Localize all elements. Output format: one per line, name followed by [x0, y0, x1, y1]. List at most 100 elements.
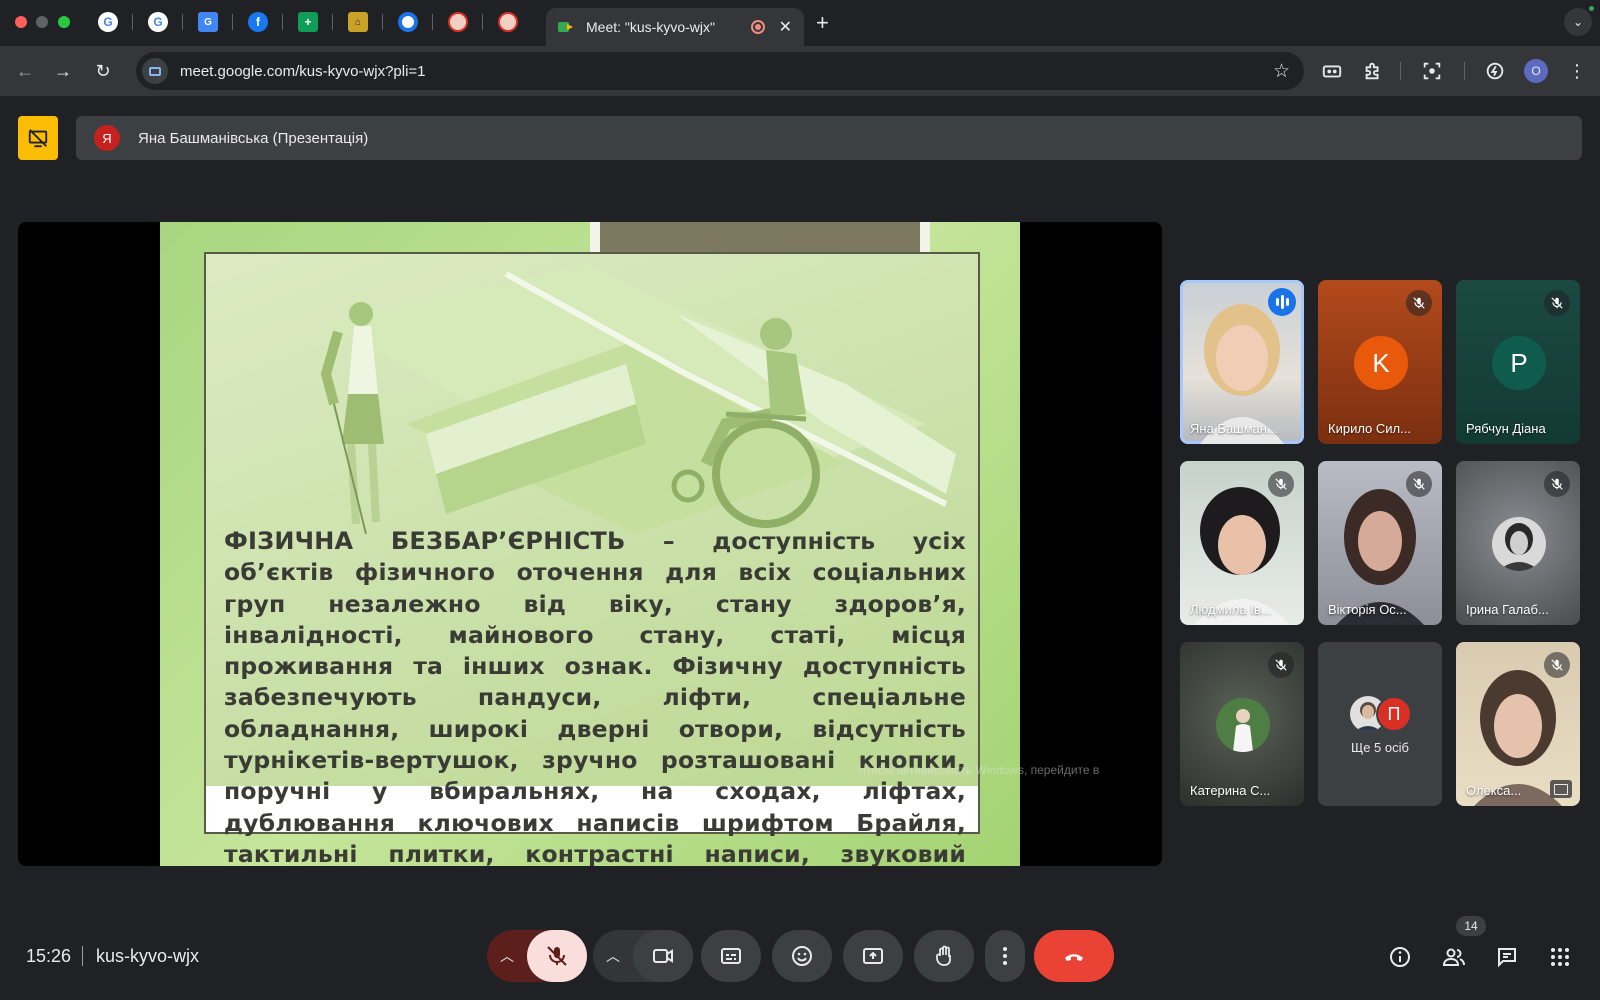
close-tab-icon[interactable]: ✕ — [779, 17, 792, 37]
mic-off-icon — [1268, 652, 1294, 678]
translate-extension-icon[interactable] — [1320, 59, 1344, 83]
participant-avatar — [1216, 698, 1270, 752]
participant-tile[interactable]: P Рябчун Діана — [1456, 280, 1580, 444]
tab-separator — [132, 14, 133, 30]
presentation-pinned-icon[interactable] — [18, 116, 58, 160]
captions-control — [701, 930, 761, 982]
participant-tile[interactable]: Ірина Галаб... — [1456, 461, 1580, 625]
mic-off-icon — [1544, 652, 1570, 678]
presenter-avatar: Я — [94, 125, 120, 151]
presentation-stage[interactable]: ФІЗИЧНА БЕЗБАР’ЄРНІСТЬ – доступність усі… — [18, 222, 1162, 866]
bookmark-star-icon[interactable]: ☆ — [1273, 60, 1290, 83]
browser-toolbar: ← → ↻ meet.google.com/kus-kyvo-wjx?pli=1… — [0, 46, 1600, 96]
accessibility-illustration — [320, 264, 956, 535]
windows-activation-watermark: Чтобы активировать Windows, перейдите в — [858, 763, 1100, 777]
video-options-button[interactable]: ︿ — [593, 930, 633, 982]
participant-tile[interactable]: Яна Башман... — [1180, 280, 1304, 444]
mic-off-icon — [1544, 290, 1570, 316]
tab-google-icon[interactable]: G — [98, 12, 118, 32]
screen-capture-icon[interactable] — [1420, 59, 1444, 83]
mic-off-icon — [1268, 471, 1294, 497]
slide-definition: – доступність усіх об’єктів фізичного от… — [224, 527, 966, 866]
minimize-window-button[interactable] — [36, 16, 48, 28]
participant-name: Кирило Сил... — [1328, 421, 1411, 436]
tab-sheets-icon[interactable]: + — [298, 12, 318, 32]
participant-name: Катерина С... — [1190, 783, 1271, 798]
meet-main: Я Яна Башманівська (Презентація) ФІЗИЧНА… — [0, 96, 1600, 1000]
tab-separator — [282, 14, 283, 30]
participant-avatar: П — [1376, 696, 1412, 732]
back-button[interactable]: ← — [12, 58, 38, 84]
leave-call-button[interactable] — [1034, 930, 1114, 982]
emoji-icon — [792, 946, 812, 966]
raise-hand-icon — [936, 945, 951, 966]
picture-in-picture-icon[interactable] — [1550, 780, 1572, 798]
end-call-icon — [1065, 954, 1083, 961]
mic-off-icon — [547, 946, 567, 966]
google-meet-icon — [558, 20, 574, 34]
tab-crest-icon[interactable] — [498, 12, 518, 32]
camera-toggle-button[interactable] — [633, 930, 693, 982]
more-participants-tile[interactable]: П Ще 5 осіб — [1318, 642, 1442, 806]
recording-icon — [750, 20, 765, 34]
participant-tile[interactable]: K Кирило Сил... — [1318, 280, 1442, 444]
tab-crest-icon[interactable] — [448, 12, 468, 32]
tab-facebook-icon[interactable]: f — [248, 12, 268, 32]
activities-button[interactable] — [1545, 942, 1575, 972]
tab-separator — [382, 14, 383, 30]
speaking-indicator-icon — [1268, 288, 1296, 316]
toolbar-separator — [1400, 62, 1401, 80]
extensions-puzzle-icon[interactable] — [1361, 59, 1385, 83]
slide-body-text: ФІЗИЧНА БЕЗБАР’ЄРНІСТЬ – доступність усі… — [224, 526, 966, 866]
presenter-banner[interactable]: Я Яна Башманівська (Презентація) — [76, 116, 1582, 160]
meeting-details-button[interactable] — [1385, 942, 1415, 972]
people-button[interactable] — [1439, 942, 1469, 972]
reactions-button[interactable] — [772, 930, 832, 982]
present-screen-icon — [863, 948, 883, 964]
mic-off-icon — [1544, 471, 1570, 497]
tab-google-meet[interactable]: Meet: "kus-kyvo-wjx" ✕ — [546, 8, 804, 46]
participant-tile[interactable]: Катерина С... — [1180, 642, 1304, 806]
browser-tab-strip: G G G f + ⌂ Meet: "kus-kyvo-wjx" ✕ + ⌄ — [0, 0, 1600, 46]
meeting-code[interactable]: kus-kyvo-wjx — [96, 946, 199, 967]
mic-control-group: ︿ — [487, 930, 587, 982]
captions-button[interactable] — [701, 930, 761, 982]
microphone-toggle-button[interactable] — [527, 930, 587, 982]
forward-button[interactable]: → — [50, 58, 76, 84]
tab-emblem-icon[interactable]: ⌂ — [348, 12, 368, 32]
chat-button[interactable] — [1492, 942, 1522, 972]
address-url[interactable]: meet.google.com/kus-kyvo-wjx?pli=1 — [180, 63, 1273, 80]
participant-name: Рябчун Діана — [1466, 421, 1546, 436]
toolbar-separator — [1464, 62, 1465, 80]
chrome-menu-icon[interactable]: ⋮ — [1565, 59, 1589, 83]
maximize-window-button[interactable] — [58, 16, 70, 28]
hand-control — [914, 930, 974, 982]
profile-avatar[interactable]: O — [1524, 59, 1548, 83]
tab-google-icon[interactable]: G — [148, 12, 168, 32]
participant-tile-self[interactable]: Олекса... — [1456, 642, 1580, 806]
performance-icon[interactable] — [1483, 59, 1507, 83]
site-info-icon[interactable] — [142, 58, 168, 84]
tab-title: Meet: "kus-kyvo-wjx" — [586, 19, 715, 35]
present-screen-button[interactable] — [843, 930, 903, 982]
more-options-button[interactable] — [985, 930, 1025, 982]
reload-button[interactable]: ↻ — [90, 58, 116, 84]
participant-tile[interactable]: Людмила Ів... — [1180, 461, 1304, 625]
more-participants-label: Ще 5 осіб — [1351, 740, 1409, 755]
participant-avatar: P — [1492, 336, 1546, 390]
tab-search-button[interactable]: ⌄ — [1564, 8, 1592, 36]
tab-translate-icon[interactable]: G — [198, 12, 218, 32]
video-camera-icon — [653, 949, 673, 963]
tab-separator — [482, 14, 483, 30]
address-bar[interactable]: meet.google.com/kus-kyvo-wjx?pli=1 ☆ — [136, 52, 1304, 90]
new-tab-button[interactable]: + — [816, 10, 829, 36]
raise-hand-button[interactable] — [914, 930, 974, 982]
participant-tile[interactable]: Вікторія Ос... — [1318, 461, 1442, 625]
participant-avatar — [1492, 517, 1546, 571]
close-window-button[interactable] — [15, 16, 27, 28]
tab-circle-icon[interactable] — [398, 12, 418, 32]
people-count-badge: 14 — [1456, 916, 1486, 936]
participant-name: Ірина Галаб... — [1466, 602, 1549, 617]
footer-separator — [82, 946, 83, 966]
audio-options-button[interactable]: ︿ — [487, 930, 527, 982]
